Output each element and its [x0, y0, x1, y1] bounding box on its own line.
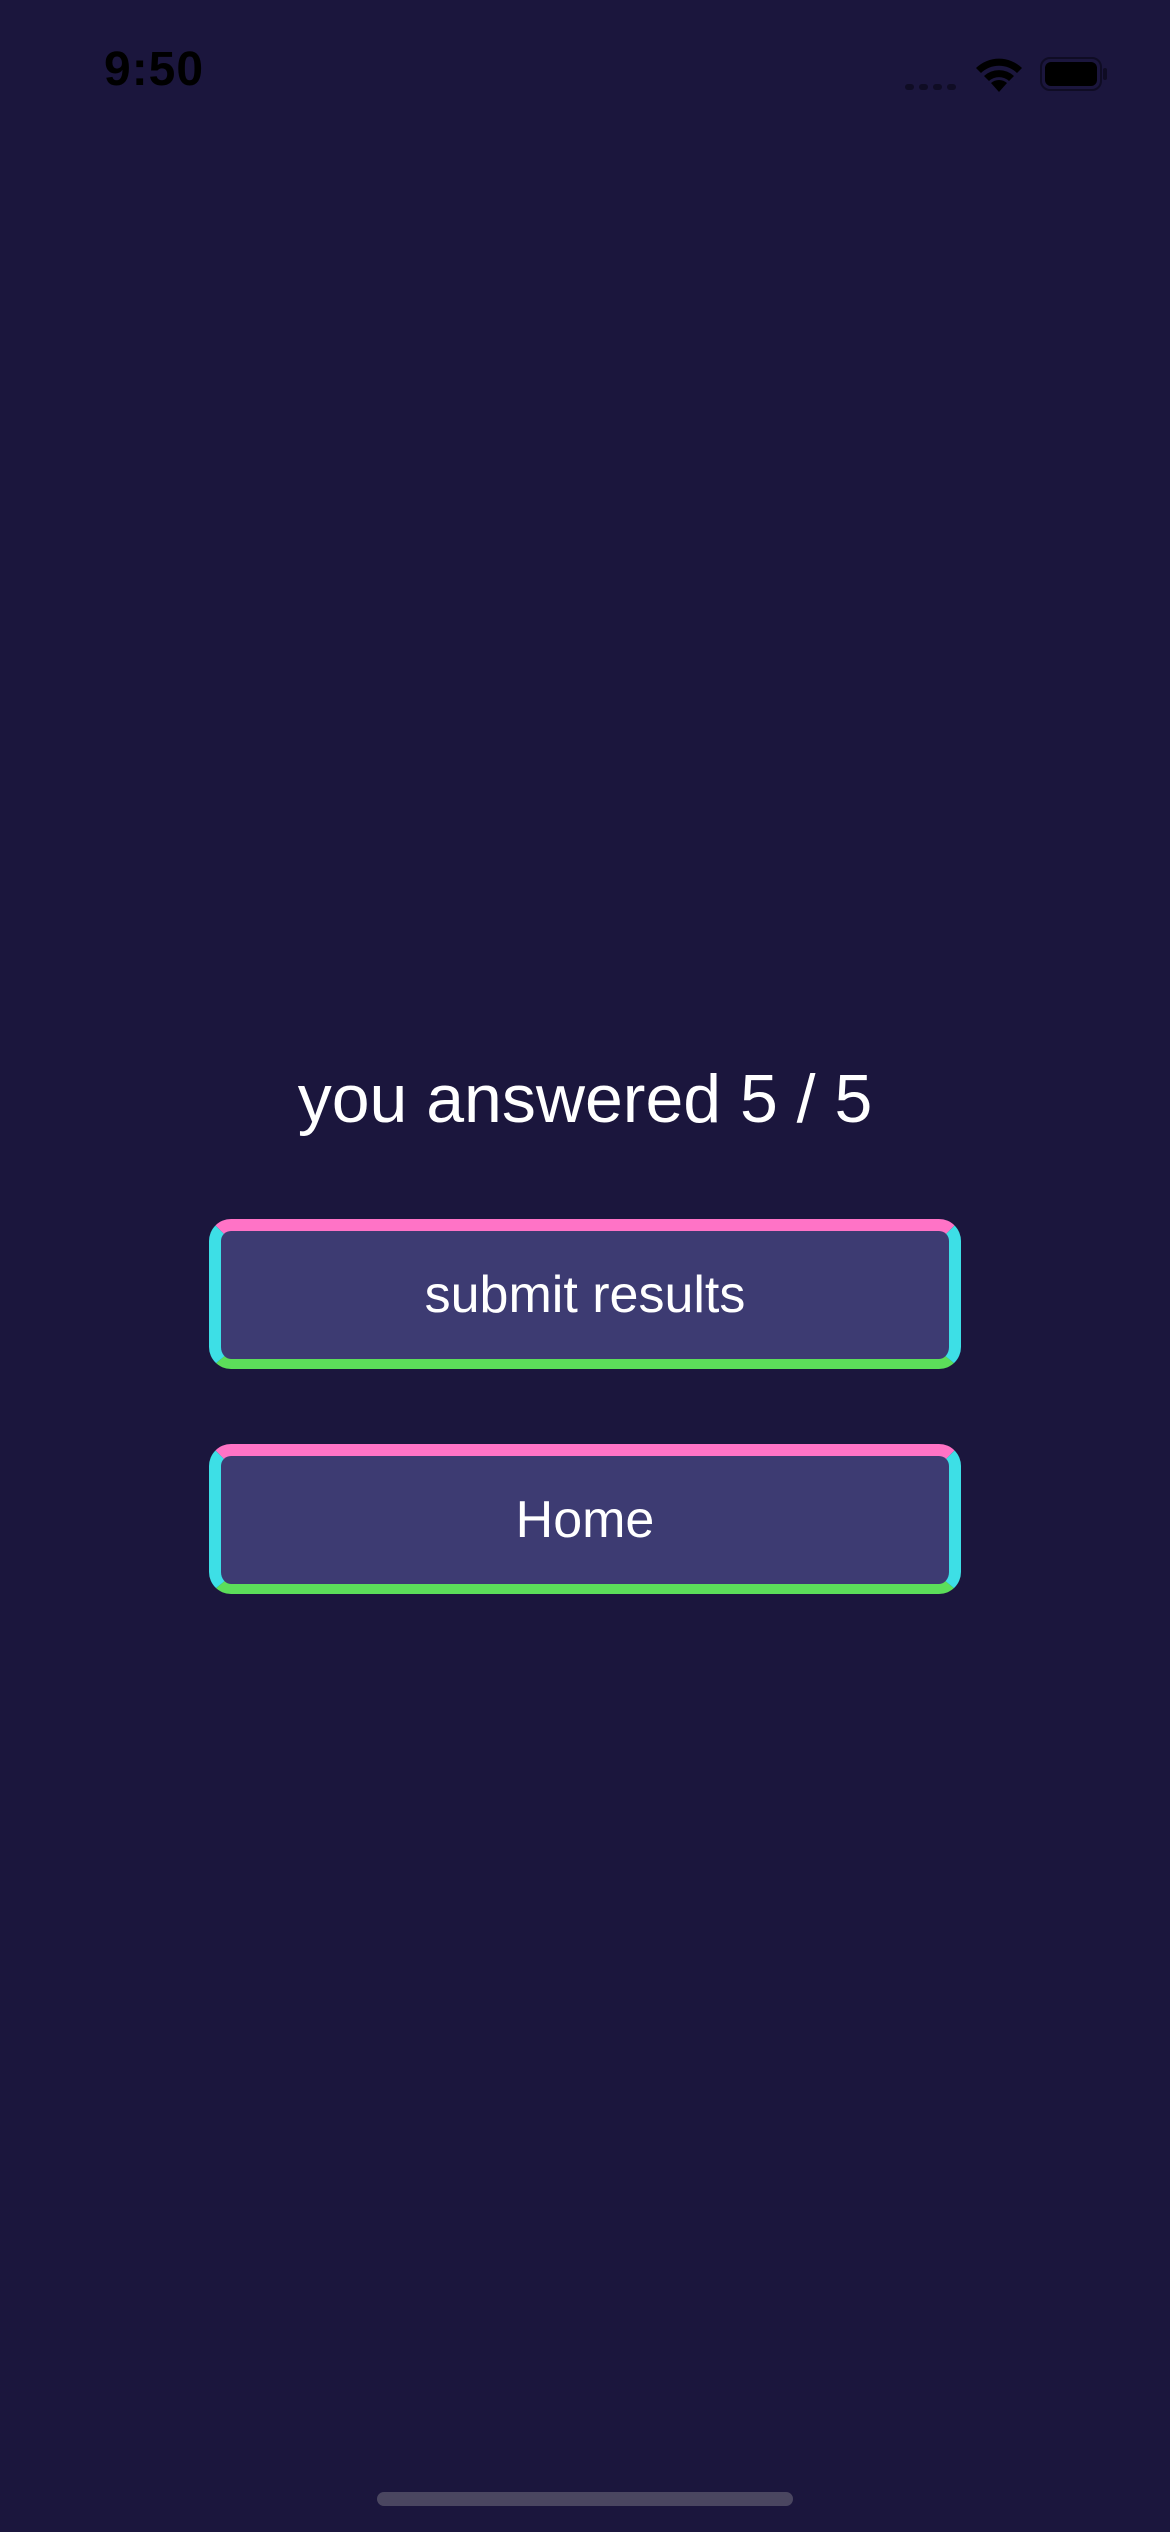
home-indicator[interactable] — [377, 2492, 793, 2506]
battery-icon — [1040, 57, 1107, 91]
submit-results-button[interactable]: submit results — [209, 1219, 961, 1369]
score-text: you answered 5 / 5 — [297, 1061, 873, 1137]
submit-results-label: submit results — [424, 1266, 746, 1324]
status-time: 9:50 — [104, 43, 205, 96]
quiz-result-screen: 9:50 you answered 5 / 5 submit results H… — [0, 0, 1170, 2532]
wifi-icon — [976, 58, 1022, 92]
cellular-signal-icon — [905, 80, 959, 90]
home-button[interactable]: Home — [209, 1444, 961, 1594]
home-label: Home — [515, 1491, 655, 1549]
